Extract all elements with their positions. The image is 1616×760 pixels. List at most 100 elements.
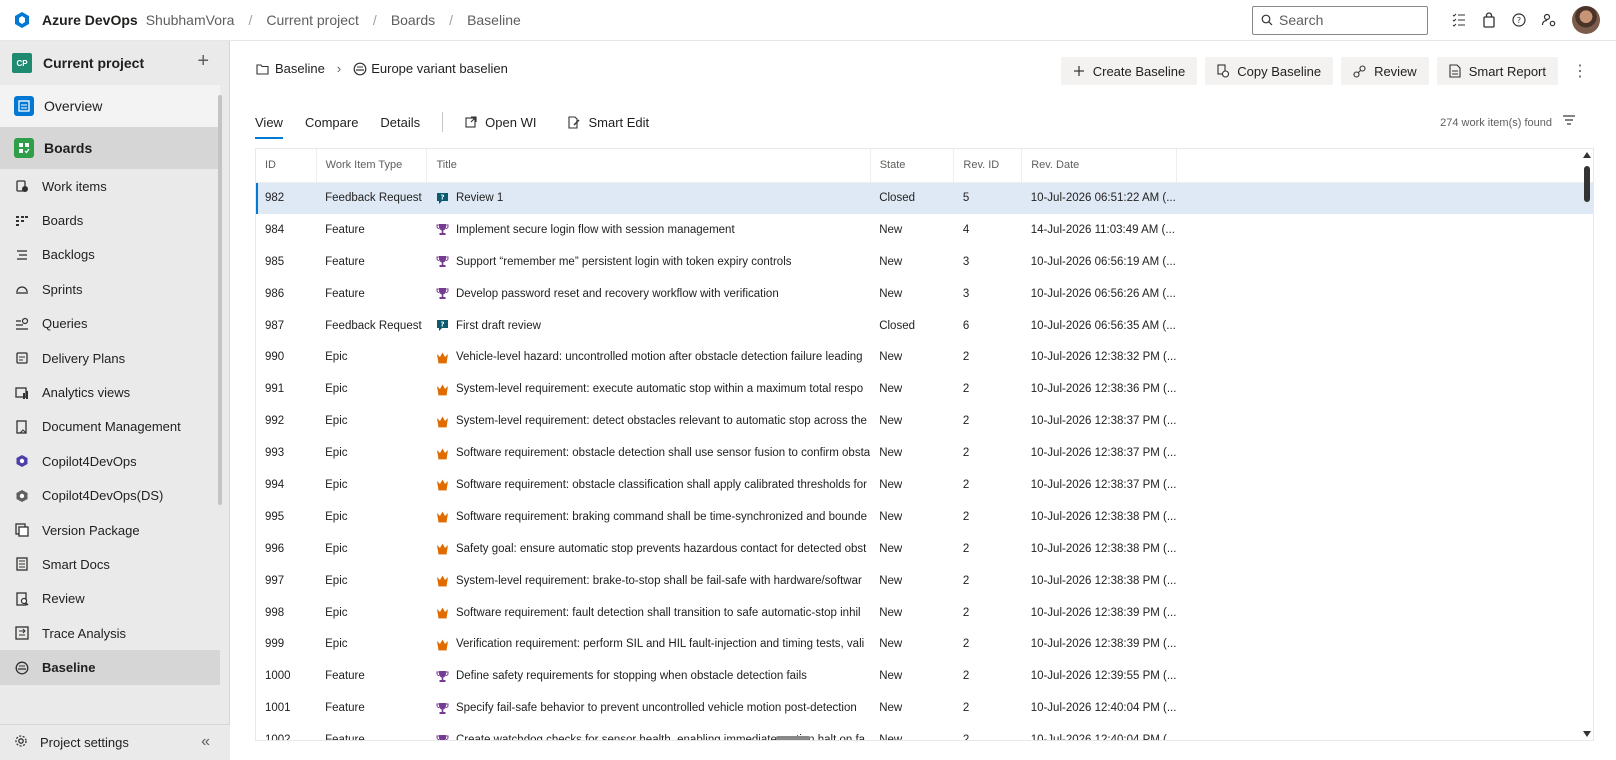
help-icon[interactable]: ? <box>1504 5 1534 35</box>
cell-rev-id: 2 <box>962 702 970 715</box>
cell-title[interactable]: Verification requirement: perform SIL an… <box>427 628 870 660</box>
filter-icon[interactable] <box>1562 113 1576 130</box>
column-header-state[interactable]: State <box>870 149 955 183</box>
smart-edit-button[interactable]: Smart Edit <box>568 115 649 130</box>
cell-title[interactable]: Software requirement: braking command sh… <box>427 501 870 533</box>
table-row[interactable]: 999 Epic Verification requirement: perform… <box>256 628 1593 660</box>
review-button[interactable]: Review <box>1341 57 1429 85</box>
breadcrumb-baseline-root[interactable]: Baseline <box>275 61 325 76</box>
scroll-down-icon[interactable] <box>1583 731 1591 737</box>
breadcrumb-baseline[interactable]: Baseline <box>467 12 521 28</box>
sidebar-scrollbar[interactable] <box>218 95 222 505</box>
sidebar-item-boards[interactable]: Boards <box>0 203 220 237</box>
sidebar-item-overview[interactable]: Overview <box>0 85 220 127</box>
table-row[interactable]: 986 Feature Develop password reset and rec… <box>256 278 1593 310</box>
tab-details[interactable]: Details <box>380 107 420 137</box>
sidebar-item-baseline[interactable]: Baseline <box>0 650 220 685</box>
sidebar-item-copilot4devops-ds[interactable]: Copilot4DevOps(DS) <box>0 479 220 513</box>
cell-title[interactable]: Specify fail-safe behavior to prevent un… <box>427 692 870 724</box>
cell-title[interactable]: Define safety requirements for stopping … <box>427 660 870 692</box>
cell-title[interactable]: Safety goal: ensure automatic stop preve… <box>427 533 870 565</box>
table-row[interactable]: 998 Epic Software requirement: fault detec… <box>256 597 1593 629</box>
breadcrumb-project[interactable]: Current project <box>266 12 359 28</box>
column-header-title[interactable]: Title <box>426 149 871 183</box>
table-row[interactable]: 1000 Feature Define safety requirements fo… <box>256 660 1593 692</box>
cell-title[interactable]: ? Review 1 <box>426 182 871 214</box>
org-name[interactable]: ShubhamVora <box>146 12 235 28</box>
sidebar-item-backlogs[interactable]: Backlogs <box>0 238 220 272</box>
cell-title[interactable]: System-level requirement: execute automa… <box>427 373 870 405</box>
cell-title[interactable]: Develop password reset and recovery work… <box>427 278 870 310</box>
sidebar-item-sprints[interactable]: Sprints <box>0 272 220 306</box>
cell-title[interactable]: Support “remember me” persistent login w… <box>427 246 870 278</box>
table-row[interactable]: 993 Epic Software requirement: obstacle de… <box>256 437 1593 469</box>
cell-title[interactable]: Software requirement: obstacle detection… <box>427 437 870 469</box>
cell-title[interactable]: Implement secure login flow with session… <box>427 214 870 246</box>
scroll-up-icon[interactable] <box>1583 152 1591 158</box>
sidebar-item-trace-analysis[interactable]: Trace Analysis <box>0 616 220 650</box>
cell-title[interactable]: Software requirement: obstacle classific… <box>427 469 870 501</box>
marketplace-bag-icon[interactable] <box>1474 5 1504 35</box>
sidebar-item-work-items[interactable]: Work items <box>0 169 220 203</box>
cell-title[interactable]: System-level requirement: detect obstacl… <box>427 405 870 437</box>
task-list-icon[interactable] <box>1444 5 1474 35</box>
project-settings[interactable]: Project settings « <box>0 724 230 760</box>
breadcrumb-baseline-current[interactable]: Europe variant baselien <box>371 61 508 76</box>
sidebar-item-document-management[interactable]: Document Management <box>0 410 220 444</box>
sidebar-item-smart-docs[interactable]: Smart Docs <box>0 547 220 581</box>
table-row[interactable]: 984 Feature Implement secure login flow wi… <box>256 214 1593 246</box>
table-row[interactable]: 996 Epic Safety goal: ensure automatic sto… <box>256 533 1593 565</box>
table-row[interactable]: 1001 Feature Specify fail-safe behavior to… <box>256 692 1593 724</box>
sidebar-item-review[interactable]: Review <box>0 582 220 616</box>
tab-compare[interactable]: Compare <box>305 107 358 137</box>
table-row[interactable]: 995 Epic Software requirement: braking com… <box>256 501 1593 533</box>
brand-name[interactable]: Azure DevOps <box>42 12 138 28</box>
column-header-id[interactable]: ID <box>256 149 317 183</box>
search-input[interactable] <box>1279 12 1419 28</box>
table-row[interactable]: 992 Epic System-level requirement: detect … <box>256 405 1593 437</box>
table-row[interactable]: 990 Epic Vehicle-level hazard: uncontrolle… <box>256 341 1593 373</box>
sidebar-item-analytics-views[interactable]: Analytics views <box>0 375 220 409</box>
user-settings-icon[interactable] <box>1534 5 1564 35</box>
create-baseline-button[interactable]: Create Baseline <box>1060 57 1198 85</box>
cell-id: 982 <box>256 182 317 214</box>
sidebar-item-queries[interactable]: Queries <box>0 307 220 341</box>
project-header[interactable]: CP Current project + <box>0 41 229 85</box>
copy-baseline-button[interactable]: Copy Baseline <box>1205 57 1334 85</box>
cell-type: Epic <box>325 510 348 523</box>
cell-title[interactable]: ? First draft review <box>427 310 870 342</box>
collapse-sidebar-icon[interactable]: « <box>201 733 210 751</box>
table-row[interactable]: 982 Feedback Request? Review 1 Closed 5 10-Ju… <box>256 182 1593 214</box>
table-row[interactable]: 994 Epic Software requirement: obstacle cl… <box>256 469 1593 501</box>
smart-report-button[interactable]: Smart Report <box>1436 57 1558 85</box>
search-box[interactable] <box>1252 5 1428 35</box>
cell-state: New <box>879 606 903 619</box>
cell-id: 999 <box>265 638 285 651</box>
breadcrumb-boards[interactable]: Boards <box>391 12 435 28</box>
table-row[interactable]: 1002 Feature Create watchdog checks for se… <box>256 724 1593 740</box>
sidebar-item-copilot4devops[interactable]: Copilot4DevOps <box>0 444 220 478</box>
sidebar-item-boards-hub[interactable]: Boards <box>0 127 220 169</box>
sidebar-item-version-package[interactable]: Version Package <box>0 513 220 547</box>
sidebar-item-delivery-plans[interactable]: Delivery Plans <box>0 341 220 375</box>
more-options-icon[interactable]: ⋮ <box>1572 61 1588 81</box>
table-row[interactable]: 985 Feature Support “remember me” persiste… <box>256 246 1593 278</box>
add-icon[interactable]: + <box>197 51 209 71</box>
horizontal-scrollbar[interactable] <box>776 736 810 740</box>
tab-view[interactable]: View <box>255 107 283 139</box>
column-header-type[interactable]: Work Item Type <box>316 149 428 183</box>
cell-id: 997 <box>265 574 285 587</box>
column-header-rev-id[interactable]: Rev. ID <box>953 149 1023 183</box>
cell-title[interactable]: System-level requirement: brake-to-stop … <box>427 565 870 597</box>
cell-title[interactable]: Software requirement: fault detection sh… <box>427 597 870 629</box>
title-text: Software requirement: fault detection sh… <box>455 606 861 619</box>
table-row[interactable]: 991 Epic System-level requirement: execute… <box>256 373 1593 405</box>
table-row[interactable]: 987 Feedback Request? First draft review Cl… <box>256 310 1593 342</box>
avatar[interactable] <box>1572 6 1600 34</box>
column-header-rev-date[interactable]: Rev. Date <box>1021 149 1177 183</box>
cell-title[interactable]: Vehicle-level hazard: uncontrolled motio… <box>427 341 870 373</box>
table-row[interactable]: 997 Epic System-level requirement: brake-t… <box>256 565 1593 597</box>
azure-devops-logo-icon[interactable] <box>12 10 32 30</box>
open-wi-button[interactable]: Open WI <box>465 115 536 130</box>
vertical-scrollbar[interactable] <box>1584 166 1590 202</box>
